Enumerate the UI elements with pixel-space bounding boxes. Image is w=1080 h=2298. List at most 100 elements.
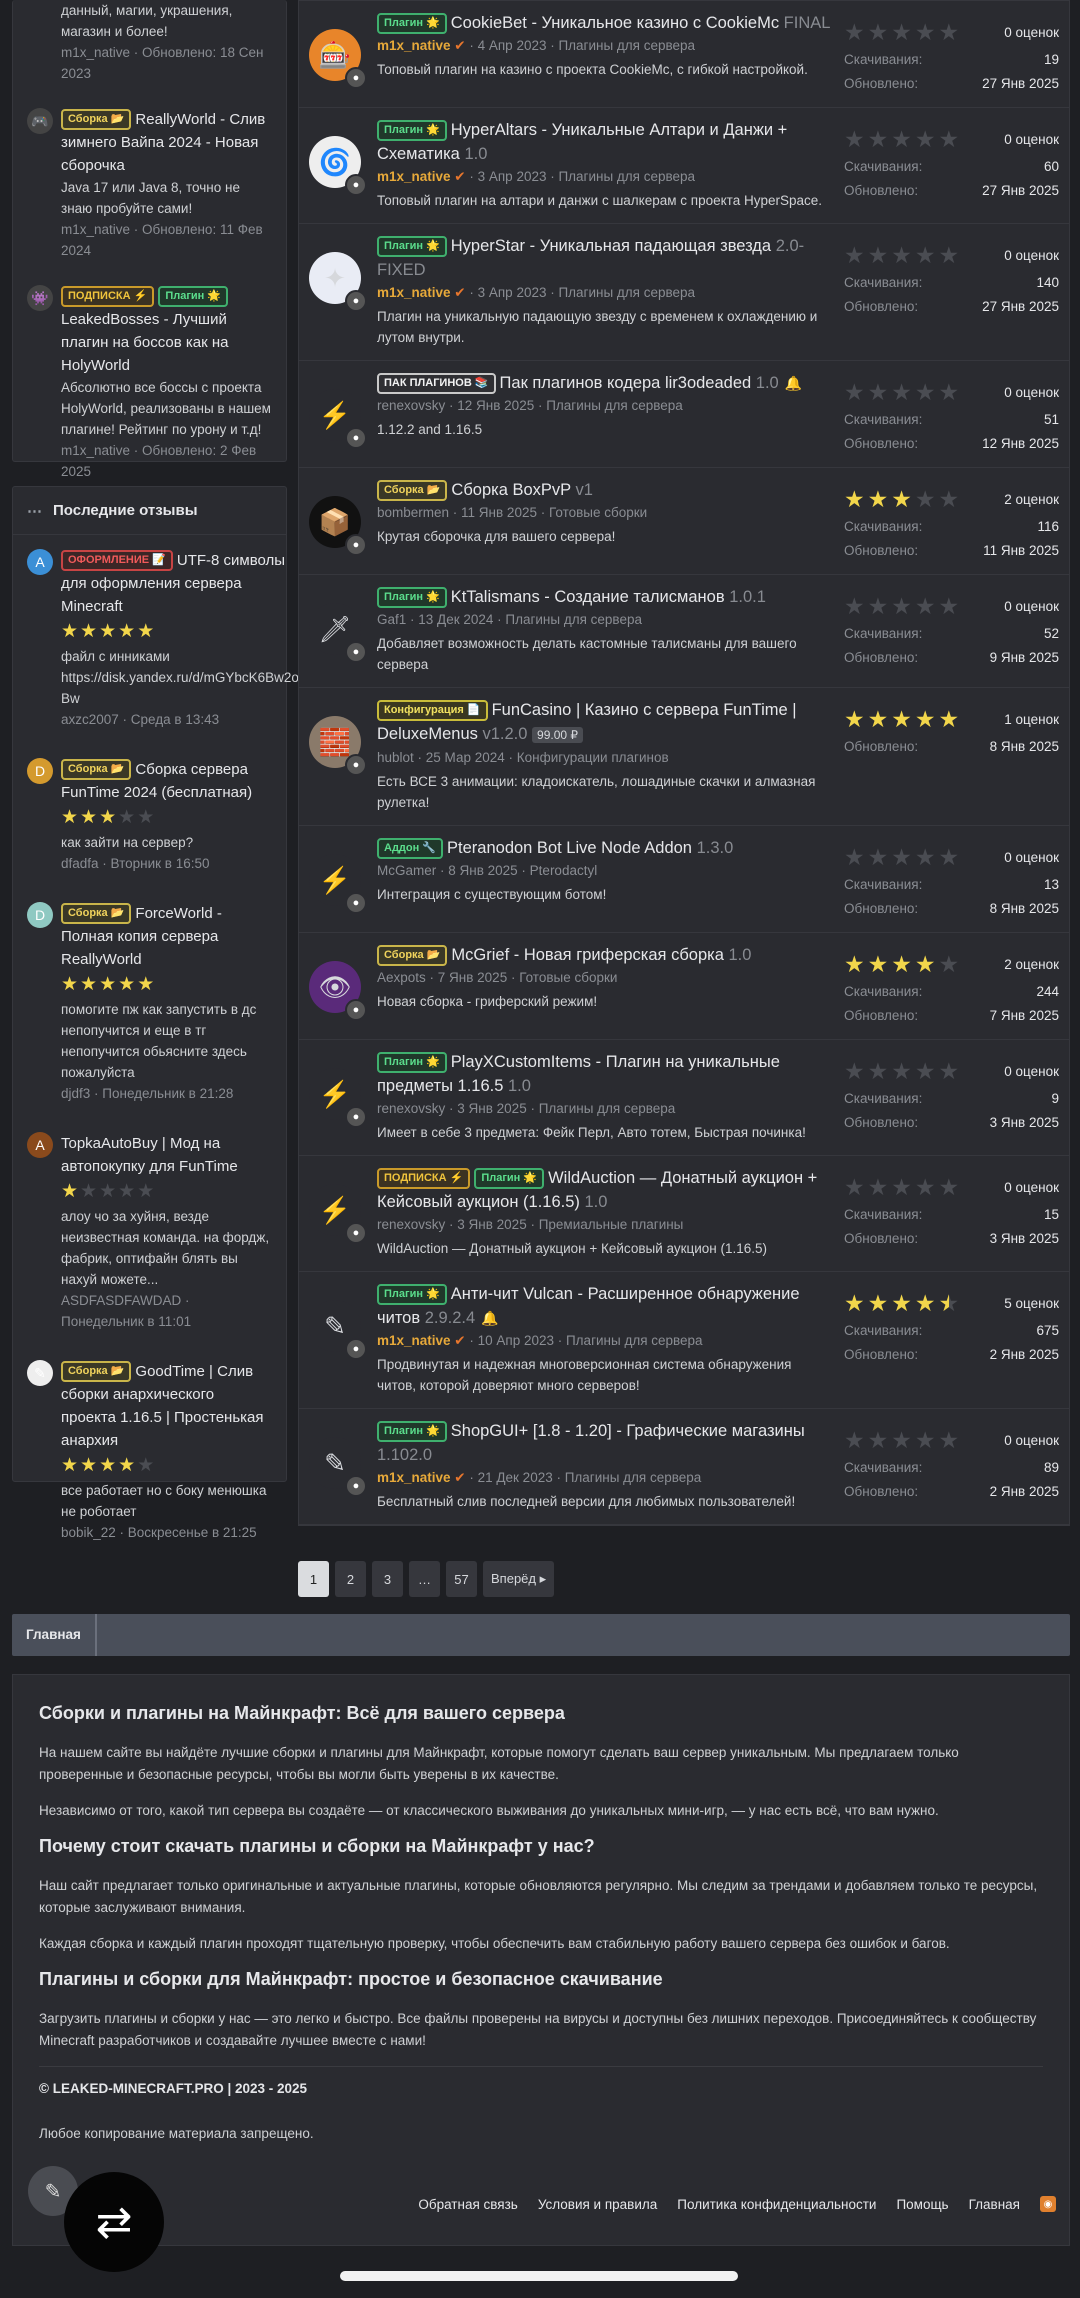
breadcrumb-home[interactable]: Главная bbox=[12, 1614, 97, 1656]
author-avatar[interactable]: ● bbox=[345, 1338, 367, 1360]
resource-row[interactable]: 🎰 ● Плагин 🌟 CookieBet - Уникальное казино … bbox=[299, 1, 1069, 108]
author-avatar[interactable]: ● bbox=[345, 290, 367, 312]
resource-title[interactable]: ПОДПИСКА ⚡ Плагин 🌟 WildAuction — Донатный… bbox=[377, 1166, 834, 1214]
author-name[interactable]: renexovsky bbox=[377, 398, 445, 413]
avatar[interactable]: ✎ bbox=[27, 1360, 53, 1386]
resource-title[interactable]: Плагин 🌟 KtTalismans - Создание талисмано… bbox=[377, 585, 834, 609]
sidebar-resource-item[interactable]: 🎮 Сборка 📂 ReallyWorld - Слив зимнего Вайп… bbox=[27, 96, 272, 273]
author-name[interactable]: m1x_native bbox=[377, 1333, 451, 1348]
resource-row[interactable]: ⚡ ● Аддон 🔧 Pteranodon Bot Live Node Addon … bbox=[299, 826, 1069, 933]
author-name[interactable]: Aexpots bbox=[377, 970, 426, 985]
author-name[interactable]: renexovsky bbox=[377, 1101, 445, 1116]
author-avatar[interactable]: ● bbox=[345, 1222, 367, 1244]
resource-row[interactable]: ✎ ● Плагин 🌟 ShopGUI+ [1.8 - 1.20] - Графич… bbox=[299, 1409, 1069, 1525]
resource-icon[interactable]: 🗡 ● bbox=[309, 603, 367, 663]
bell-icon[interactable]: 🔔 bbox=[785, 375, 802, 391]
author-avatar[interactable]: ● bbox=[345, 1475, 367, 1497]
resource-row[interactable]: ✦ ● Плагин 🌟 HyperStar - Уникальная падающа… bbox=[299, 224, 1069, 361]
sidebar-resource-title[interactable]: ПОДПИСКА ⚡ Плагин 🌟LeakedBosses - Лучший … bbox=[61, 285, 272, 377]
resource-title[interactable]: Плагин 🌟 CookieBet - Уникальное казино с … bbox=[377, 11, 834, 35]
author-name[interactable]: hublot bbox=[377, 750, 414, 765]
resource-title[interactable]: Сборка 📂 McGrief - Новая гриферская сборк… bbox=[377, 943, 834, 967]
rss-icon[interactable]: ◉ bbox=[1040, 2196, 1056, 2212]
footer-link[interactable]: Обратная связь bbox=[418, 2197, 517, 2212]
resource-title[interactable]: Плагин 🌟 HyperAltars - Уникальные Алтари … bbox=[377, 118, 834, 166]
resource-icon[interactable]: ⚡ ● bbox=[309, 1068, 367, 1128]
resource-title[interactable]: Конфигурация 📄 FunCasino | Казино с серве… bbox=[377, 698, 834, 747]
avatar[interactable]: A bbox=[27, 1132, 53, 1158]
author-name[interactable]: m1x_native bbox=[377, 1470, 451, 1485]
author-name[interactable]: McGamer bbox=[377, 863, 436, 878]
resource-icon[interactable]: 🌀 ● bbox=[309, 136, 367, 196]
sidebar-resource-item[interactable]: 🎃данный, магии, украшения, магазин и бол… bbox=[27, 0, 272, 96]
sidebar-resource-title[interactable]: Сборка 📂 ReallyWorld - Слив зимнего Вайпа… bbox=[61, 108, 272, 177]
home-indicator[interactable] bbox=[340, 2271, 738, 2281]
resource-title[interactable]: ПАК ПЛАГИНОВ 📚 Пак плагинов кодера lir3od… bbox=[377, 371, 834, 395]
author-avatar[interactable]: ● bbox=[345, 999, 367, 1021]
review-resource-title[interactable]: Сборка 📂 Сборка сервера FunTime 2024 (бес… bbox=[61, 758, 272, 804]
resource-row[interactable]: 🗡 ● Плагин 🌟 KtTalismans - Создание талисма… bbox=[299, 575, 1069, 688]
resource-icon[interactable]: ✦ ● bbox=[309, 252, 367, 312]
resource-icon[interactable]: ✎ ● bbox=[309, 1437, 367, 1497]
resource-icon[interactable]: 🎰 ● bbox=[309, 29, 367, 89]
review-item[interactable]: ✎ Сборка 📂 GoodTime | Слив сборки анархиче… bbox=[27, 1346, 272, 1557]
resource-row[interactable]: ⚡ ● Плагин 🌟 PlayXCustomItems - Плагин на у… bbox=[299, 1040, 1069, 1156]
resource-title[interactable]: Сборка 📂 Сборка BoxPvP v1 bbox=[377, 478, 834, 502]
resource-title[interactable]: Аддон 🔧 Pteranodon Bot Live Node Addon 1.… bbox=[377, 836, 834, 860]
sidebar-resource-item[interactable]: 👾 ПОДПИСКА ⚡ Плагин 🌟LeakedBosses - Лучший… bbox=[27, 273, 272, 494]
page-button[interactable]: 1 bbox=[298, 1561, 329, 1597]
resource-row[interactable]: 🌀 ● Плагин 🌟 HyperAltars - Уникальные Алтар… bbox=[299, 108, 1069, 224]
review-item[interactable]: A ОФОРМЛЕНИЕ 📝 UTF-8 символы для оформлени… bbox=[27, 535, 303, 744]
author-name[interactable]: Gaf1 bbox=[377, 612, 406, 627]
resource-row[interactable]: ✎ ● Плагин 🌟 Анти-чит Vulcan - Расширенное … bbox=[299, 1272, 1069, 1409]
page-button[interactable]: 2 bbox=[335, 1561, 366, 1597]
author-name[interactable]: bombermen bbox=[377, 505, 449, 520]
author-avatar[interactable]: ● bbox=[345, 534, 367, 556]
footer-link[interactable]: Помощь bbox=[896, 2197, 948, 2212]
resource-title[interactable]: Плагин 🌟 ShopGUI+ [1.8 - 1.20] - Графичес… bbox=[377, 1419, 834, 1467]
resource-icon[interactable]: ⚡ ● bbox=[309, 389, 367, 449]
footer-link[interactable]: Условия и правила bbox=[538, 2197, 657, 2212]
avatar[interactable]: D bbox=[27, 902, 53, 928]
page-button[interactable]: … bbox=[409, 1561, 440, 1597]
review-resource-title[interactable]: TopkaAutoBuy | Мод на автопокупку для Fu… bbox=[61, 1132, 272, 1178]
rotate-screen-button[interactable]: ⇄ bbox=[64, 2172, 164, 2272]
resource-title[interactable]: Плагин 🌟 PlayXCustomItems - Плагин на уни… bbox=[377, 1050, 834, 1098]
bell-icon[interactable]: 🔔 bbox=[481, 1310, 498, 1326]
resource-row[interactable]: 🧱 ● Конфигурация 📄 FunCasino | Казино с сер… bbox=[299, 688, 1069, 826]
footer-link[interactable]: Главная bbox=[969, 2197, 1020, 2212]
resource-icon[interactable]: ⚡ ● bbox=[309, 854, 367, 914]
resource-icon[interactable]: 🧱 ● bbox=[309, 716, 367, 776]
author-name[interactable]: renexovsky bbox=[377, 1217, 445, 1232]
resource-row[interactable]: 👁 ● Сборка 📂 McGrief - Новая гриферская сбо… bbox=[299, 933, 1069, 1040]
avatar[interactable]: A bbox=[27, 549, 53, 575]
author-avatar[interactable]: ● bbox=[345, 641, 367, 663]
review-resource-title[interactable]: Сборка 📂 GoodTime | Слив сборки анархичес… bbox=[61, 1360, 272, 1452]
footer-link[interactable]: Политика конфиденциальности bbox=[677, 2197, 876, 2212]
next-page-button[interactable]: Вперёд ▸ bbox=[483, 1561, 555, 1597]
author-avatar[interactable]: ● bbox=[345, 892, 367, 914]
author-avatar[interactable]: ● bbox=[345, 67, 367, 89]
page-button[interactable]: 57 bbox=[446, 1561, 477, 1597]
author-avatar[interactable]: ● bbox=[345, 1106, 367, 1128]
author-avatar[interactable]: ● bbox=[345, 174, 367, 196]
resource-row[interactable]: ⚡ ● ПАК ПЛАГИНОВ 📚 Пак плагинов кодера lir3… bbox=[299, 361, 1069, 468]
review-item[interactable]: A TopkaAutoBuy | Мод на автопокупку для F… bbox=[27, 1118, 272, 1346]
author-avatar[interactable]: ● bbox=[345, 754, 367, 776]
resource-row[interactable]: 📦 ● Сборка 📂 Сборка BoxPvP v1 bombermen · 11… bbox=[299, 468, 1069, 575]
author-avatar[interactable]: ● bbox=[345, 427, 367, 449]
review-item[interactable]: D Сборка 📂 ForceWorld - Полная копия серве… bbox=[27, 888, 272, 1118]
resource-row[interactable]: ⚡ ● ПОДПИСКА ⚡ Плагин 🌟 WildAuction — Донатн… bbox=[299, 1156, 1069, 1272]
avatar[interactable]: D bbox=[27, 758, 53, 784]
author-name[interactable]: m1x_native bbox=[377, 285, 451, 300]
menu-dots-icon[interactable]: ⋯ bbox=[27, 502, 43, 520]
page-button[interactable]: 3 bbox=[372, 1561, 403, 1597]
resource-icon[interactable]: ⚡ ● bbox=[309, 1184, 367, 1244]
resource-title[interactable]: Плагин 🌟 Анти-чит Vulcan - Расширенное об… bbox=[377, 1282, 834, 1330]
resource-icon[interactable]: 📦 ● bbox=[309, 496, 367, 556]
resource-icon[interactable]: ✎ ● bbox=[309, 1300, 367, 1360]
author-name[interactable]: m1x_native bbox=[377, 169, 451, 184]
resource-icon[interactable]: 👁 ● bbox=[309, 961, 367, 1021]
review-resource-title[interactable]: ОФОРМЛЕНИЕ 📝 UTF-8 символы для оформления… bbox=[61, 549, 303, 618]
review-resource-title[interactable]: Сборка 📂 ForceWorld - Полная копия сервер… bbox=[61, 902, 272, 971]
